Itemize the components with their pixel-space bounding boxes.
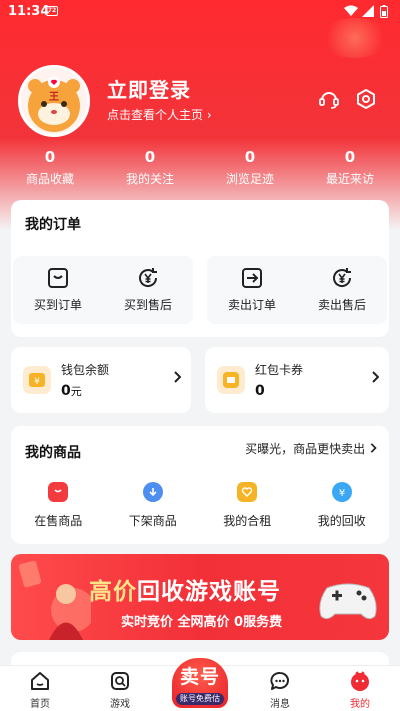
stat-label: 最近来访 [325, 172, 374, 186]
stat-following[interactable]: 0 我的关注 [100, 148, 200, 188]
coupon-value: 0 [255, 383, 265, 399]
gamepad-icon [319, 583, 377, 620]
signal-icon [362, 5, 374, 17]
sell-orders-panel: 卖出订单 卖出售后 [207, 256, 387, 324]
chevron-right-icon [174, 371, 181, 383]
goods-row: 在售商品 下架商品 我的合租 ¥ 我的回收 [11, 482, 389, 529]
login-title[interactable]: 立即登录 [107, 74, 191, 103]
stat-visitors[interactable]: 0 最近来访 [300, 148, 400, 188]
goods-title: 我的商品 [25, 445, 81, 461]
stat-value: 0 [44, 148, 56, 166]
yen-refund-icon [139, 268, 158, 287]
stat-label: 我的关注 [125, 172, 174, 186]
stat-value: 0 [244, 148, 256, 166]
sell-account-button[interactable]: 卖号 账号免费估 [172, 658, 228, 708]
red-envelope-icon [18, 560, 91, 640]
stat-value: 0 [344, 148, 356, 166]
battery-icon [380, 5, 388, 18]
tab-mine[interactable]: 我的 [330, 670, 390, 710]
wallet-card[interactable]: ¥ 钱包余额 0元 [11, 347, 191, 413]
tab-home[interactable]: 首页 [10, 670, 70, 710]
my-recycle-button[interactable]: ¥ 我的回收 [295, 482, 390, 529]
orders-card: 我的订单 买到订单 买到售后 卖出订单 卖出售后 [11, 200, 389, 337]
svg-text:¥: ¥ [339, 488, 345, 498]
arrow-box-icon [242, 268, 262, 288]
orders-title: 我的订单 [25, 217, 81, 233]
user-face-icon [351, 671, 369, 691]
tab-label: 游戏 [110, 699, 130, 710]
tab-messages[interactable]: 消息 [250, 670, 310, 710]
chat-bubble-icon [270, 672, 289, 690]
wallet-amount: 0 [61, 383, 71, 399]
yen-refund-icon [333, 268, 352, 287]
svg-text:¥: ¥ [34, 377, 40, 387]
my-rentals-button[interactable]: 我的合租 [200, 482, 295, 529]
bought-orders-button[interactable]: 买到订单 [13, 256, 103, 324]
avatar[interactable]: 王 [18, 65, 90, 137]
promote-goods-link[interactable]: 买曝光，商品更快卖出 [245, 440, 377, 457]
box-icon [48, 268, 68, 288]
game-search-icon [111, 672, 129, 690]
banner-title-main: 回收游戏账号 [137, 579, 281, 605]
goods-label: 我的合租 [223, 514, 272, 528]
on-sale-goods-button[interactable]: 在售商品 [11, 482, 106, 529]
status-bar: 11:34 72 [0, 0, 400, 24]
status-time: 11:34 [8, 4, 50, 19]
stat-favorites[interactable]: 0 商品收藏 [0, 148, 100, 188]
off-shelf-goods-button[interactable]: 下架商品 [106, 482, 201, 529]
tab-label: 消息 [270, 699, 290, 710]
banner-title: 高价回收游戏账号 [89, 572, 281, 606]
order-label: 卖出订单 [227, 298, 276, 312]
yen-shield-icon: ¥ [331, 482, 352, 502]
sold-orders-button[interactable]: 卖出订单 [207, 256, 297, 324]
promote-goods-label: 买曝光，商品更快卖出 [245, 442, 366, 456]
wallet-unit: 元 [70, 385, 82, 398]
recycle-banner[interactable]: 高价回收游戏账号 实时竞价 全网高价 0服务费 [11, 554, 389, 640]
view-profile-link[interactable]: 点击查看个人主页 › [107, 106, 212, 123]
stat-label: 商品收藏 [25, 172, 74, 186]
buy-orders-panel: 买到订单 买到售后 [13, 256, 193, 324]
wifi-icon [344, 5, 358, 16]
settings-icon[interactable] [355, 88, 377, 110]
order-label: 买到售后 [123, 298, 172, 312]
stat-label: 浏览足迹 [225, 172, 274, 186]
coupon-card[interactable]: 红包卡券 0 [205, 347, 389, 413]
order-label: 买到订单 [33, 298, 82, 312]
coupon-icon [217, 366, 245, 394]
bag-icon [48, 482, 69, 502]
goods-label: 在售商品 [34, 514, 83, 528]
banner-title-highlight: 高价 [89, 579, 137, 605]
tab-label: 首页 [30, 699, 50, 710]
tab-label: 我的 [350, 699, 370, 710]
wallet-value: 0元 [61, 383, 82, 399]
heart-icon [237, 482, 258, 502]
order-label: 卖出售后 [317, 298, 366, 312]
sell-button-label: 卖号 [179, 666, 220, 688]
coupon-label: 红包卡券 [255, 363, 304, 377]
wallet-label: 钱包余额 [61, 363, 110, 377]
goods-label: 我的回收 [317, 514, 366, 528]
stats-row: 0 商品收藏 0 我的关注 0 浏览足迹 0 最近来访 [0, 148, 400, 188]
wallet-icon: ¥ [23, 366, 51, 394]
view-profile-label: 点击查看个人主页 [107, 108, 204, 122]
goods-card: 我的商品 买曝光，商品更快卖出 在售商品 下架商品 我的合租 ¥ 我的回收 [11, 426, 389, 544]
banner-subtitle: 实时竞价 全网高价 0服务费 [121, 615, 283, 630]
tiger-avatar-icon: 王 [28, 76, 80, 132]
stat-history[interactable]: 0 浏览足迹 [200, 148, 300, 188]
home-icon [31, 672, 49, 690]
tab-games[interactable]: 游戏 [90, 670, 150, 710]
chevron-right-icon [372, 371, 379, 383]
customer-service-icon[interactable] [318, 88, 340, 110]
status-chip: 72 [46, 6, 58, 16]
sold-aftersale-button[interactable]: 卖出售后 [297, 256, 387, 324]
header-glow [320, 18, 390, 58]
stat-value: 0 [144, 148, 156, 166]
download-icon [142, 482, 163, 502]
goods-label: 下架商品 [128, 514, 177, 528]
avatar-badge: 王 [49, 91, 59, 103]
chevron-right-icon: › [206, 108, 212, 122]
chevron-right-icon [370, 443, 377, 453]
sell-button-tag: 账号免费估 [176, 693, 224, 705]
bought-aftersale-button[interactable]: 买到售后 [103, 256, 193, 324]
